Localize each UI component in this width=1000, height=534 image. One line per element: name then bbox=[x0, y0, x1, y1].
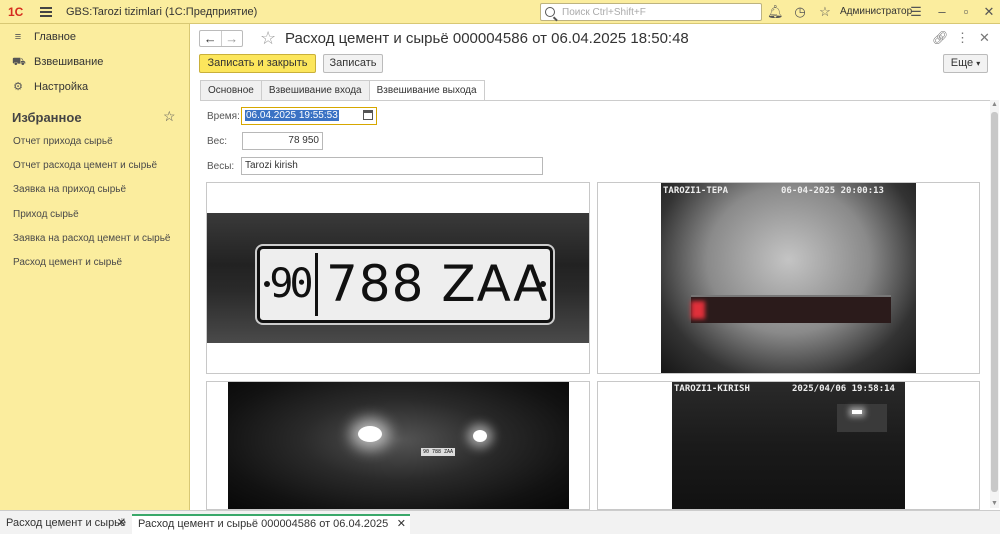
favorite-item[interactable]: Заявка на приход сырьё bbox=[0, 178, 190, 202]
front-camera-box: 90 788 ZAA bbox=[206, 381, 590, 510]
more-label: Еще bbox=[950, 57, 974, 69]
weight-label: Вес: bbox=[207, 136, 228, 147]
entry-camera-box: TAROZI1-KIRISH 2025/04/06 19:58:14 bbox=[597, 381, 980, 510]
tail-light bbox=[691, 301, 705, 319]
forward-arrow-icon[interactable]: → bbox=[220, 31, 243, 46]
close-icon[interactable]: ✕ bbox=[979, 30, 990, 46]
small-plate: 90 788 ZAA bbox=[421, 448, 455, 456]
more-button[interactable]: Еще ▾ bbox=[943, 54, 988, 73]
trailer-frame bbox=[691, 295, 891, 323]
calendar-icon[interactable] bbox=[363, 110, 373, 120]
window-tab-label: Расход цемент и сырьё bbox=[6, 517, 127, 529]
plate-number: 788 ZAA bbox=[326, 255, 549, 313]
tab-divider bbox=[200, 100, 993, 101]
title-bar: 1С GBS:Tarozi tizimlari (1С:Предприятие)… bbox=[0, 0, 1000, 24]
page-title: Расход цемент и сырьё 000004586 от 06.04… bbox=[285, 30, 689, 47]
favorites-list: Отчет прихода сырьё Отчет расхода цемент… bbox=[0, 130, 190, 275]
sidebar-item-weighing[interactable]: ⛟ Взвешивание bbox=[0, 49, 189, 74]
license-plate: 90 788 ZAA bbox=[257, 246, 553, 323]
close-tab-icon[interactable]: ✕ bbox=[117, 514, 126, 532]
star-icon[interactable]: ☆ bbox=[817, 4, 833, 20]
back-arrow-icon[interactable]: ← bbox=[200, 31, 221, 46]
sidebar-item-settings[interactable]: ⚙ Настройка bbox=[0, 74, 189, 99]
favorite-item[interactable]: Отчет прихода сырьё bbox=[0, 130, 190, 154]
save-button[interactable]: Записать bbox=[323, 54, 383, 73]
headlight bbox=[358, 426, 382, 442]
minimize-icon[interactable]: – bbox=[934, 4, 950, 20]
save-and-close-button[interactable]: Записать и закрыть bbox=[199, 54, 316, 73]
truck-icon: ⛟ bbox=[12, 55, 26, 68]
sidebar-item-label: Главное bbox=[34, 30, 77, 43]
camera-name: TAROZI1-TEPA bbox=[663, 186, 729, 196]
favorite-item[interactable]: Расход цемент и сырьё bbox=[0, 251, 190, 275]
scales-label: Весы: bbox=[207, 161, 235, 172]
tab-exit-weighing[interactable]: Взвешивание выхода bbox=[368, 80, 485, 101]
favorite-star-icon[interactable]: ☆ bbox=[260, 28, 276, 49]
search-placeholder: Поиск Ctrl+Shift+F bbox=[562, 6, 646, 18]
close-icon[interactable]: ✕ bbox=[981, 4, 997, 20]
favorite-item[interactable]: Приход сырьё bbox=[0, 203, 190, 227]
time-field[interactable]: 06.04.2025 19:55:53 bbox=[241, 107, 377, 125]
tab-entry-weighing[interactable]: Взвешивание входа bbox=[260, 80, 370, 100]
more-vertical-icon[interactable]: ⋮ bbox=[956, 30, 969, 46]
app-title: GBS:Tarozi tizimlari (1С:Предприятие) bbox=[66, 5, 258, 18]
plate-region: 90 bbox=[264, 253, 318, 316]
scroll-up-icon[interactable]: ▲ bbox=[991, 101, 998, 108]
navigation-buttons: ← → bbox=[199, 30, 243, 47]
search-icon bbox=[545, 7, 555, 17]
settings-menu-icon[interactable]: ☰ bbox=[908, 4, 924, 20]
scroll-down-icon[interactable]: ▼ bbox=[991, 500, 998, 507]
time-label: Время: bbox=[207, 111, 240, 122]
window-tab-active[interactable]: Расход цемент и сырьё 000004586 от 06.04… bbox=[132, 514, 410, 534]
time-value: 06.04.2025 19:55:53 bbox=[245, 110, 339, 121]
window-tab-label: Расход цемент и сырьё 000004586 от 06.04… bbox=[138, 518, 389, 530]
front-camera-photo: 90 788 ZAA bbox=[228, 382, 569, 509]
favorite-item[interactable]: Отчет расхода цемент и сырьё bbox=[0, 154, 190, 178]
plate-bolt bbox=[264, 281, 270, 287]
weight-field[interactable]: 78 950 bbox=[242, 132, 323, 150]
plate-bolt bbox=[540, 281, 546, 287]
tab-main[interactable]: Основное bbox=[200, 80, 262, 100]
tab-bar: Основное Взвешивание входа Взвешивание в… bbox=[200, 80, 485, 101]
window-tabs-bar: Расход цемент и сырьё ✕ Расход цемент и … bbox=[0, 510, 1000, 534]
history-icon[interactable]: ◷ bbox=[792, 4, 808, 20]
user-name[interactable]: Администратор bbox=[840, 6, 912, 17]
search-input[interactable]: Поиск Ctrl+Shift+F bbox=[540, 3, 762, 21]
scales-field[interactable]: Tarozi kirish bbox=[241, 157, 543, 175]
camera-timestamp: 2025/04/06 19:58:14 bbox=[792, 384, 895, 394]
window-tab[interactable]: Расход цемент и сырьё ✕ bbox=[0, 514, 130, 534]
top-camera-photo: TAROZI1-TEPA 06-04-2025 20:00:13 bbox=[661, 183, 916, 373]
camera-name: TAROZI1-KIRISH bbox=[674, 384, 750, 394]
bell-icon[interactable]: 🔔︎ bbox=[767, 4, 784, 20]
star-icon[interactable]: ☆ bbox=[163, 108, 176, 125]
plate-photo-box: 90 788 ZAA bbox=[206, 182, 590, 374]
vertical-scrollbar[interactable]: ▲ ▼ bbox=[990, 100, 999, 508]
document-form: ← → ☆ Расход цемент и сырьё 000004586 от… bbox=[190, 24, 1000, 510]
1c-logo: 1С bbox=[8, 4, 24, 19]
plate-photo: 90 788 ZAA bbox=[207, 213, 589, 343]
chevron-down-icon: ▾ bbox=[976, 59, 981, 68]
sidebar: ≡ Главное ⛟ Взвешивание ⚙ Настройка Избр… bbox=[0, 24, 190, 510]
scroll-thumb[interactable] bbox=[991, 112, 998, 492]
camera-timestamp: 06-04-2025 20:00:13 bbox=[781, 186, 884, 196]
sidebar-item-main[interactable]: ≡ Главное bbox=[0, 24, 189, 49]
gear-icon: ⚙ bbox=[13, 80, 23, 93]
vehicle-shape bbox=[837, 404, 887, 432]
entry-camera-photo: TAROZI1-KIRISH 2025/04/06 19:58:14 bbox=[672, 382, 905, 509]
vehicle-light bbox=[852, 410, 862, 414]
sidebar-item-label: Взвешивание bbox=[34, 55, 104, 68]
main-menu-icon[interactable] bbox=[40, 6, 52, 17]
favorite-item[interactable]: Заявка на расход цемент и сырьё bbox=[0, 227, 190, 251]
favorites-title: Избранное bbox=[12, 110, 82, 125]
maximize-icon[interactable]: ▫ bbox=[958, 4, 974, 20]
close-tab-icon[interactable]: ✕ bbox=[397, 516, 406, 532]
top-camera-box: TAROZI1-TEPA 06-04-2025 20:00:13 bbox=[597, 182, 980, 374]
sidebar-item-label: Настройка bbox=[34, 80, 89, 93]
headlight bbox=[473, 430, 487, 442]
link-icon[interactable]: 🔗︎ bbox=[932, 30, 949, 46]
hamburger-icon: ≡ bbox=[14, 30, 22, 43]
